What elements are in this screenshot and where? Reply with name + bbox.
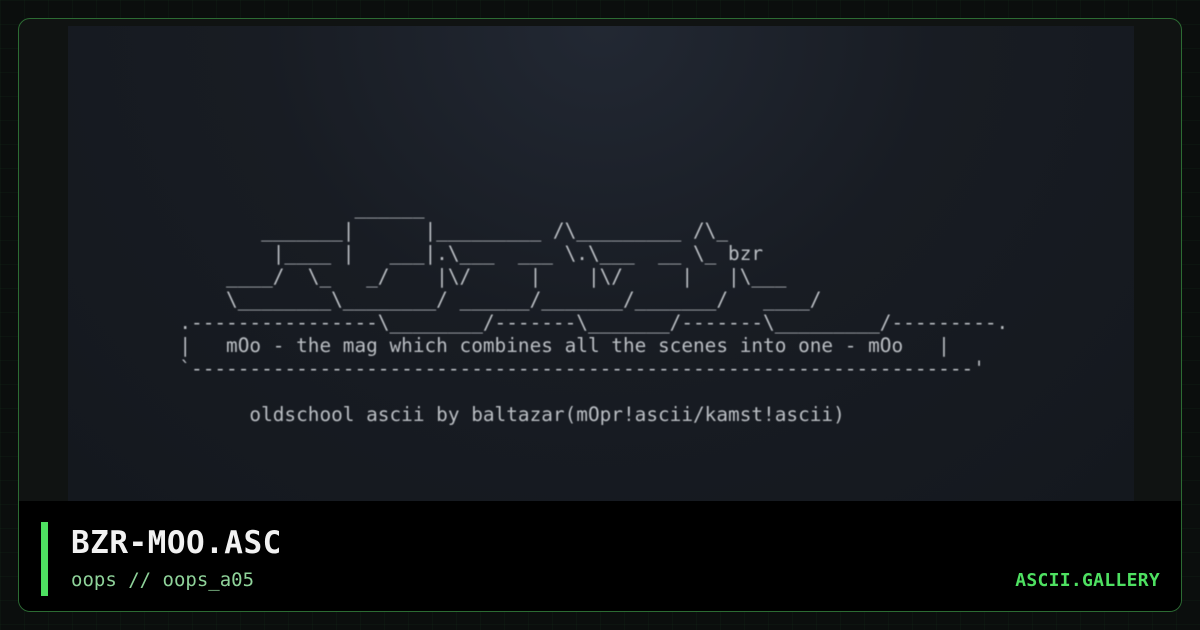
artwork-group-and-pack: oops // oops_a05 xyxy=(71,569,255,591)
site-brand-link[interactable]: ASCII.GALLERY xyxy=(1015,568,1160,594)
artwork-card[interactable]: ______ _______| |_________ /\_________ /… xyxy=(18,18,1182,612)
card-footer: BZR-MOO.ASC oops // oops_a05 ASCII.GALLE… xyxy=(19,501,1181,611)
ascii-art-text: ______ _______| |_________ /\_________ /… xyxy=(179,196,1009,426)
artwork-preview[interactable]: ______ _______| |_________ /\_________ /… xyxy=(68,26,1134,502)
accent-bar xyxy=(41,522,48,596)
artwork-title: BZR-MOO.ASC xyxy=(71,525,282,561)
